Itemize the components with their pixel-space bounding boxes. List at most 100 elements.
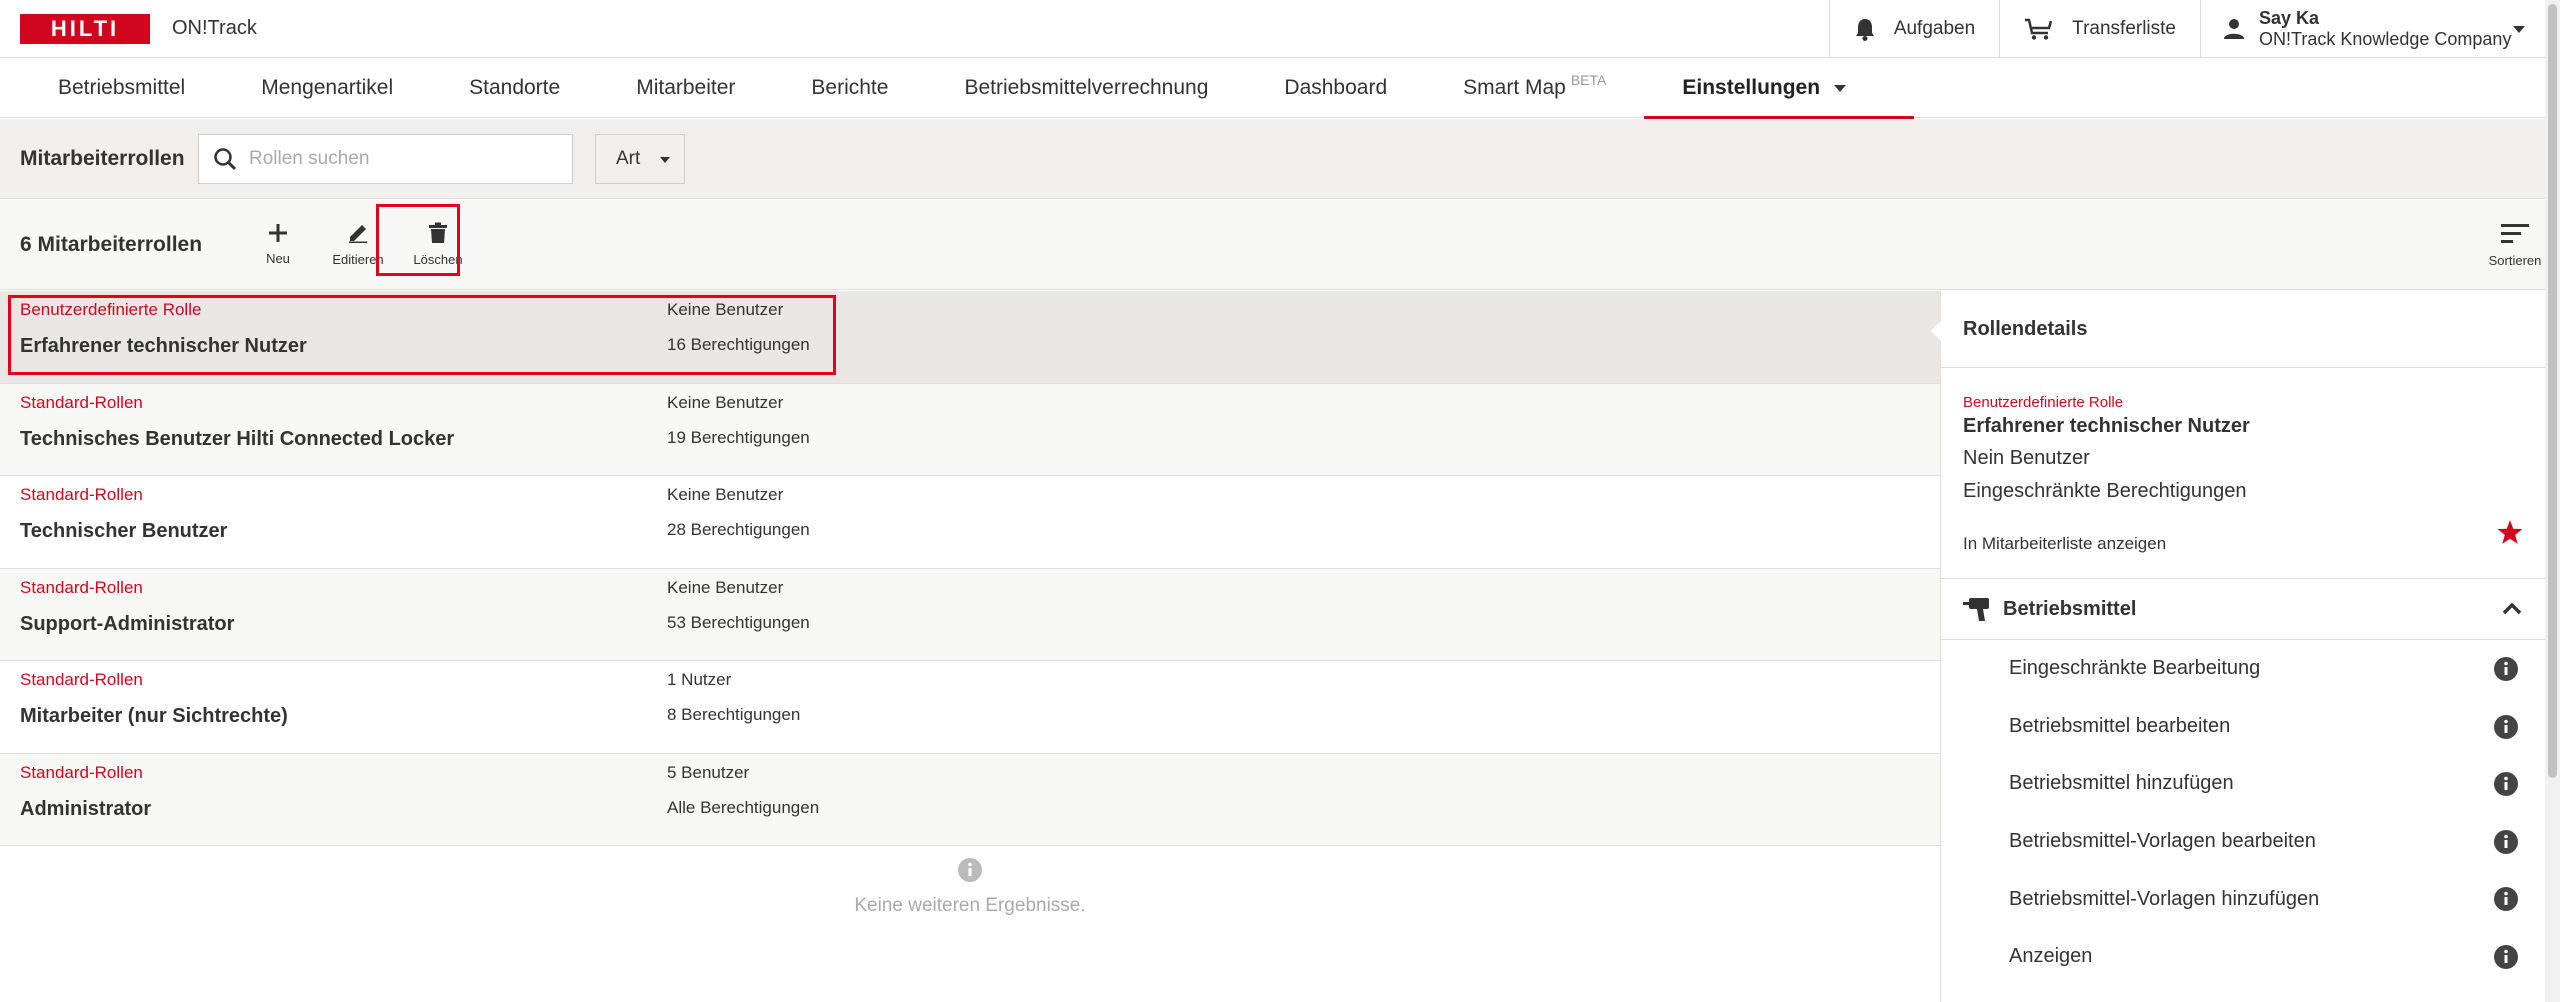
search-icon (214, 147, 237, 170)
list-item: Betriebsmittel-Vorlagen bearbeiten (1941, 813, 2546, 871)
role-type: Standard-Rollen (20, 577, 143, 597)
new-button[interactable]: Neu (238, 210, 318, 280)
hilti-logo[interactable]: HILTI (20, 13, 150, 44)
nav-einstellungen-label: Einstellungen (1682, 76, 1821, 99)
logo-text: HILTI (50, 15, 120, 41)
role-users: 5 Benutzer (667, 762, 750, 782)
app-name: ON!Track (172, 17, 257, 39)
tasks-button[interactable]: Aufgaben (1828, 0, 1999, 58)
no-more-results: Keine weiteren Ergebnisse. (800, 858, 1140, 917)
role-type: Standard-Rollen (20, 392, 143, 412)
role-type: Standard-Rollen (20, 762, 143, 782)
user-company: ON!Track Knowledge Company (2259, 29, 2512, 49)
nav-berichte[interactable]: Berichte (773, 58, 926, 118)
user-menu[interactable]: Say Ka ON!Track Knowledge Company (2200, 0, 2545, 58)
delete-highlight-box (376, 204, 460, 276)
betriebsmittel-section-header[interactable]: Betriebsmittel (1941, 578, 2546, 640)
role-name: Administrator (20, 797, 152, 820)
bell-icon (1855, 19, 1874, 41)
role-details-panel: Rollendetails Benutzerdefinierte Rolle E… (1931, 291, 2546, 1002)
search-input[interactable] (249, 147, 549, 170)
role-type: Standard-Rollen (20, 485, 143, 504)
permission-label: Betriebsmittel-Vorlagen hinzufügen (2009, 887, 2320, 910)
role-permissions: 53 Berechtigungen (667, 612, 810, 632)
caret-down-icon (660, 156, 670, 163)
info-icon[interactable] (2494, 887, 2518, 912)
filter-bar: Mitarbeiterrollen Art (0, 119, 2545, 199)
nav-einstellungen[interactable]: Einstellungen (1644, 58, 1914, 119)
user-icon (2224, 19, 2244, 39)
app-header: HILTI ON!Track Aufgaben Transferliste Sa… (0, 0, 2545, 58)
info-icon[interactable] (2494, 714, 2518, 739)
star-icon (2497, 520, 2523, 544)
pencil-icon (349, 225, 367, 243)
role-users: 1 Nutzer (667, 670, 732, 689)
permission-label: Eingeschränkte Bearbeitung (2009, 657, 2261, 680)
new-label: Neu (266, 251, 290, 266)
role-name: Technischer Benutzer (20, 520, 228, 542)
page-title: Mitarbeiterrollen (20, 146, 185, 170)
details-permissions: Eingeschränkte Berechtigungen (1963, 480, 2247, 502)
drill-icon (1963, 598, 1989, 621)
favorite-star[interactable] (2497, 519, 2523, 550)
list-item: Betriebsmittel-Vorlagen hinzufügen (1941, 870, 2546, 928)
plus-icon (269, 224, 287, 242)
page-scrollbar[interactable] (2545, 0, 2560, 1002)
info-icon[interactable] (2494, 944, 2518, 969)
cart-icon (2025, 18, 2053, 40)
permission-label: Betriebsmittel hinzufügen (2009, 772, 2234, 795)
nav-mitarbeiter[interactable]: Mitarbeiter (598, 58, 773, 118)
art-filter-dropdown[interactable]: Art (595, 133, 685, 184)
table-row[interactable]: Standard-Rollen Mitarbeiter (nur Sichtre… (0, 661, 1940, 754)
table-row[interactable]: Standard-Rollen Support-Administrator Ke… (0, 568, 1940, 661)
art-filter-label: Art (616, 147, 641, 169)
table-row[interactable]: Standard-Rollen Technischer Benutzer Kei… (0, 476, 1940, 569)
nav-dashboard[interactable]: Dashboard (1246, 58, 1425, 118)
list-item: Anzeigen (1941, 928, 2546, 986)
list-item: Betriebsmittel hinzufügen (1941, 755, 2546, 813)
nav-smart-map-label: Smart Map (1463, 76, 1566, 99)
role-type: Standard-Rollen (20, 670, 143, 689)
chevron-up-icon (2502, 602, 2522, 615)
search-box[interactable] (198, 133, 573, 184)
info-icon[interactable] (2494, 772, 2518, 797)
info-icon (958, 858, 982, 882)
details-title: Rollendetails (1941, 291, 2545, 368)
info-icon[interactable] (2494, 657, 2518, 681)
user-info: Say Ka ON!Track Knowledge Company (2259, 8, 2511, 50)
transfer-list-button[interactable]: Transferliste (1999, 0, 2200, 58)
header-actions: Aufgaben Transferliste Say Ka ON!Track K… (1828, 0, 2545, 58)
sort-label: Sortieren (2488, 252, 2542, 268)
table-row[interactable]: Standard-Rollen Technisches Benutzer Hil… (0, 383, 1940, 476)
role-permissions: 8 Berechtigungen (667, 705, 801, 724)
permission-label: Betriebsmittel bearbeiten (2009, 714, 2231, 737)
role-users: Keine Benutzer (667, 392, 784, 412)
info-icon[interactable] (2494, 829, 2518, 854)
scrollbar-thumb[interactable] (2548, 4, 2557, 778)
section-title: Betriebsmittel (2003, 597, 2137, 620)
panel-pointer (1931, 321, 1941, 341)
list-item: Eingeschränkte Bearbeitung (1941, 640, 2546, 698)
nav-standorte[interactable]: Standorte (431, 58, 598, 118)
role-name: Support-Administrator (20, 612, 235, 635)
selected-row-highlight-box (8, 295, 836, 375)
details-role-type: Benutzerdefinierte Rolle (1963, 394, 2124, 411)
list-item: Betriebsmittel bearbeiten (1941, 698, 2546, 756)
sort-icon (2501, 223, 2529, 243)
role-name: Technisches Benutzer Hilti Connected Loc… (20, 427, 455, 450)
caret-down-icon (1834, 84, 1847, 92)
table-row[interactable]: Standard-Rollen Administrator 5 Benutzer… (0, 753, 1940, 846)
nav-betriebsmittel[interactable]: Betriebsmittel (0, 58, 223, 118)
role-users: Keine Benutzer (667, 577, 784, 597)
permission-label: Betriebsmittel-Vorlagen bearbeiten (2009, 830, 2316, 853)
beta-badge: BETA (1570, 72, 1607, 88)
user-name: Say Ka (2259, 8, 2320, 28)
nav-betriebsmittelverrechnung[interactable]: Betriebsmittelverrechnung (926, 58, 1246, 118)
caret-down-icon (2513, 26, 2525, 33)
show-in-employee-list-label: In Mitarbeiterliste anzeigen (1963, 534, 2167, 553)
role-users: Keine Benutzer (667, 485, 784, 504)
nav-smart-map[interactable]: Smart Map BETA (1425, 58, 1644, 118)
nav-mengenartikel[interactable]: Mengenartikel (223, 58, 431, 118)
no-more-results-text: Keine weiteren Ergebnisse. (854, 895, 1086, 916)
role-permissions: 19 Berechtigungen (667, 427, 810, 447)
